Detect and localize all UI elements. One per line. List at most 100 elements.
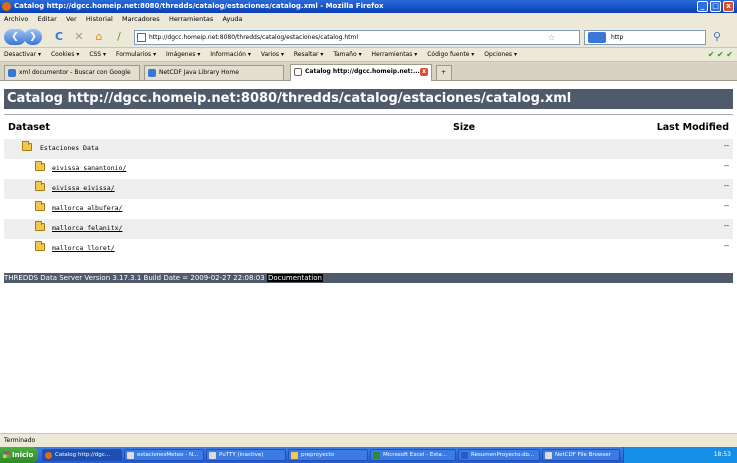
task-label: PuTTY (inactive): [219, 452, 264, 458]
tab-label: NetCDF Java Library Home: [159, 69, 239, 76]
menu-editar[interactable]: Editar: [38, 15, 57, 23]
task-estaciones[interactable]: estacionesMeteo - N...: [124, 449, 204, 461]
menu-ver[interactable]: Ver: [66, 15, 77, 23]
last-modified: --: [723, 142, 729, 150]
minimize-button[interactable]: _: [697, 1, 708, 12]
dataset-link-eivissa-eivissa[interactable]: eivissa_eivissa/: [52, 184, 115, 192]
menu-ayuda[interactable]: Ayuda: [222, 15, 242, 23]
url-text: http://dgcc.homeip.net:8080/thredds/cata…: [149, 34, 359, 41]
tools-icon[interactable]: /: [112, 30, 126, 44]
toolbar-opciones[interactable]: Opciones ▾: [484, 51, 517, 58]
toolbar-tamano[interactable]: Tamaño ▾: [333, 51, 361, 58]
toolbar-formularios[interactable]: Formularios ▾: [116, 51, 156, 58]
close-button[interactable]: x: [723, 1, 734, 12]
maximize-button[interactable]: □: [710, 1, 721, 12]
server-version: THREDDS Data Server Version 3.17.3.1 Bui…: [4, 274, 267, 282]
task-preproyecto[interactable]: preproyecto: [288, 449, 368, 461]
browser-window: Catalog http://dgcc.homeip.net:8080/thre…: [0, 0, 737, 463]
menu-herramientas[interactable]: Herramientas: [169, 15, 213, 23]
task-label: ResumenProyecto.do...: [471, 452, 535, 458]
forward-button[interactable]: ❯: [24, 29, 42, 45]
java-icon: [545, 452, 552, 459]
toolbar-cookies[interactable]: Cookies ▾: [51, 51, 79, 58]
menu-bar: Archivo Editar Ver Historial Marcadores …: [0, 13, 737, 26]
dataset-link-mallorca-albufera[interactable]: mallorca_albufera/: [52, 204, 122, 212]
stop-icon[interactable]: ✕: [72, 30, 86, 44]
tab-netcdf[interactable]: NetCDF Java Library Home: [144, 65, 284, 80]
dataset-row: mallorca_albufera/ --: [4, 199, 733, 219]
system-tray: 18:53: [623, 447, 737, 463]
status-text: Terminado: [4, 437, 36, 444]
toolbar-herramientas[interactable]: Herramientas ▾: [372, 51, 418, 58]
word-icon: [461, 452, 468, 459]
title-bar: Catalog http://dgcc.homeip.net:8080/thre…: [0, 0, 737, 13]
task-netcdf-browser[interactable]: NetCDF File Browser: [542, 449, 620, 461]
dataset-link-mallorca-felanitx[interactable]: mallorca_felanitx/: [52, 224, 122, 232]
catalog-favicon-icon: [294, 68, 302, 76]
task-firefox[interactable]: Catalog http://dgc...: [42, 449, 122, 461]
taskbar: Inicio Catalog http://dgc... estacionesM…: [0, 447, 737, 463]
tab-strip: xml documentor - Buscar con Google NetCD…: [0, 62, 737, 81]
folder-icon: [291, 452, 298, 459]
last-modified: --: [723, 182, 729, 190]
toolbar-varios[interactable]: Varios ▾: [261, 51, 284, 58]
last-modified: --: [723, 222, 729, 230]
column-header-dataset: Dataset: [8, 122, 50, 133]
task-excel[interactable]: Microsoft Excel - Esta...: [370, 449, 456, 461]
toolbar-css[interactable]: CSS ▾: [89, 51, 106, 58]
folder-icon: [35, 241, 45, 251]
toolbar-resaltar[interactable]: Resaltar ▾: [294, 51, 323, 58]
search-text: http: [611, 34, 624, 41]
start-button[interactable]: Inicio: [0, 447, 38, 463]
tab-label: Catalog http://dgcc.homeip.net:...: [305, 68, 420, 75]
search-input[interactable]: http: [584, 30, 706, 45]
web-developer-toolbar: Desactivar ▾ Cookies ▾ CSS ▾ Formularios…: [0, 48, 737, 62]
server-footer: THREDDS Data Server Version 3.17.3.1 Bui…: [4, 273, 733, 283]
dataset-link-mallorca-lloret[interactable]: mallorca_lloret/: [52, 244, 115, 252]
last-modified: --: [723, 242, 729, 250]
task-label: estacionesMeteo - N...: [137, 452, 199, 458]
new-tab-button[interactable]: +: [436, 65, 452, 80]
last-modified: --: [723, 162, 729, 170]
url-input[interactable]: http://dgcc.homeip.net:8080/thredds/cata…: [134, 30, 580, 45]
menu-archivo[interactable]: Archivo: [4, 15, 28, 23]
toolbar-codigo-fuente[interactable]: Código fuente ▾: [427, 51, 474, 58]
window-title: Catalog http://dgcc.homeip.net:8080/thre…: [14, 2, 384, 10]
dataset-row: eivissa_eivissa/ --: [4, 179, 733, 199]
toolbar-desactivar[interactable]: Desactivar ▾: [4, 51, 41, 58]
folder-icon: [35, 161, 45, 171]
dataset-name: Estaciones Data: [40, 144, 99, 152]
last-modified: --: [723, 202, 729, 210]
reload-icon[interactable]: C: [52, 30, 66, 44]
menu-historial[interactable]: Historial: [86, 15, 113, 23]
status-bar: Terminado: [0, 433, 737, 447]
task-label: Catalog http://dgc...: [55, 452, 110, 458]
tab-close-icon[interactable]: x: [420, 68, 428, 76]
toolbar-informacion[interactable]: Información ▾: [210, 51, 251, 58]
page-title: Catalog http://dgcc.homeip.net:8080/thre…: [4, 89, 733, 109]
tab-catalog[interactable]: Catalog http://dgcc.homeip.net:... x: [290, 64, 432, 81]
column-header-size: Size: [453, 122, 476, 133]
search-engine-icon[interactable]: [588, 32, 606, 43]
home-icon[interactable]: ⌂: [92, 30, 106, 44]
dataset-link-eivissa-sanantonio[interactable]: eivissa_sanantonio/: [52, 164, 126, 172]
excel-icon: [373, 452, 380, 459]
folder-icon: [35, 201, 45, 211]
tab-google[interactable]: xml documentor - Buscar con Google: [4, 65, 140, 80]
task-label: preproyecto: [301, 452, 335, 458]
task-label: NetCDF File Browser: [555, 452, 611, 458]
documentation-link[interactable]: Documentation: [266, 274, 323, 282]
google-favicon-icon: [8, 69, 16, 77]
task-putty[interactable]: PuTTY (inactive): [206, 449, 286, 461]
dataset-row: mallorca_lloret/ --: [4, 239, 733, 259]
task-word[interactable]: ResumenProyecto.do...: [458, 449, 540, 461]
search-go-icon[interactable]: ⚲: [710, 30, 724, 44]
back-button[interactable]: ❮: [4, 29, 26, 45]
bookmark-star-icon[interactable]: ☆: [548, 31, 555, 44]
app-icon: [127, 452, 134, 459]
page-favicon-icon: [137, 33, 146, 42]
tab-label: xml documentor - Buscar con Google: [19, 69, 131, 76]
toolbar-imagenes[interactable]: Imágenes ▾: [166, 51, 200, 58]
divider: [4, 114, 733, 115]
menu-marcadores[interactable]: Marcadores: [122, 15, 160, 23]
